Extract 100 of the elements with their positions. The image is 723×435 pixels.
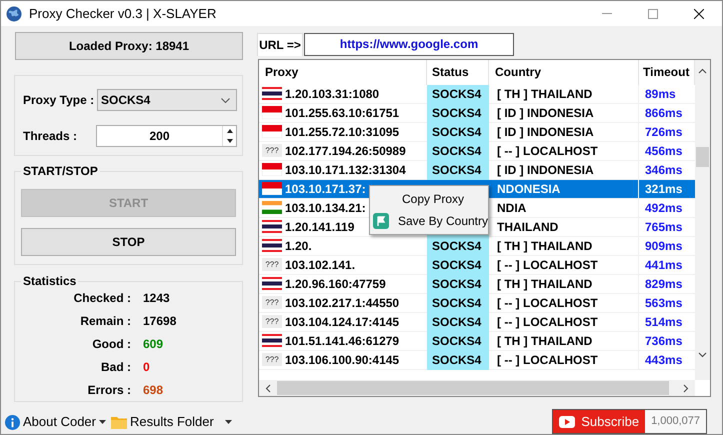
url-label: URL => [257, 32, 303, 56]
chevron-down-icon [221, 98, 230, 102]
country-cell-text: [ -- ] LOCALHOST [497, 352, 598, 369]
results-folder-button[interactable]: Results Folder [111, 412, 232, 432]
flag-icon [262, 239, 282, 252]
table-row[interactable]: ??? 103.102.217.1:44550 SOCKS4 [ -- ] LOCALHOST 563ms [259, 294, 695, 313]
table-row[interactable]: 101.255.72.10:31095 SOCKS4 [ ID ] INDONESIA 726ms [259, 122, 695, 142]
caret-icon [224, 420, 232, 424]
timeout-cell-text: 829ms [645, 276, 682, 293]
flag-icon [262, 220, 282, 234]
stat-value: 609 [143, 336, 164, 353]
timeout-cell-text: 765ms [645, 218, 682, 236]
status-cell-text: SOCKS4 [432, 352, 482, 370]
table-row[interactable]: 101.51.141.46:61279 SOCKS4 [ TH ] THAILAND 736ms [259, 332, 695, 351]
play-icon [559, 416, 576, 428]
table-row[interactable]: 1.20.103.31:1080 SOCKS4 [ TH ] THAILAND 89ms [259, 84, 695, 104]
flag-placeholder: ??? [262, 258, 282, 272]
table-row[interactable]: ??? 103.104.124.17:4145 SOCKS4 [ -- ] LOCALHOST 514ms [259, 312, 695, 332]
stat-label: Checked : [72, 290, 132, 307]
maximize-icon [648, 8, 658, 18]
flag-placeholder: ??? [262, 315, 282, 328]
timeout-cell-text: 736ms [645, 332, 682, 350]
stat-value: 17698 [143, 313, 176, 330]
subscribe-widget[interactable]: Subscribe 1,000,077 [552, 409, 707, 434]
status-cell-text: SOCKS4 [432, 124, 482, 142]
timeout-cell-text: 866ms [645, 104, 682, 122]
status-cell-text: SOCKS4 [432, 238, 482, 256]
info-icon [5, 414, 20, 430]
status-cell-text: SOCKS4 [432, 314, 482, 332]
menu-item[interactable]: Save By Country [370, 210, 488, 232]
country-cell-text: [ TH ] THAILAND [497, 332, 592, 350]
country-cell-text: [ -- ] LOCALHOST [497, 314, 598, 331]
window-title: Proxy Checker v0.3 | X-SLAYER [29, 4, 216, 23]
table-row[interactable]: 101.255.63.10:61751 SOCKS4 [ ID ] INDONESIA 866ms [259, 104, 695, 123]
flag-icon [262, 201, 282, 214]
status-cell-text: SOCKS4 [432, 86, 482, 104]
proxy-cell-text: 101.51.141.46:61279 [285, 332, 400, 350]
column-header[interactable]: Proxy [259, 60, 427, 85]
proxy-type-dropdown[interactable]: SOCKS4 [97, 89, 237, 111]
timeout-cell-text: 443ms [645, 352, 682, 369]
country-cell-text: [ ID ] INDONESIA [497, 104, 594, 122]
menu-item[interactable]: Copy Proxy [370, 188, 488, 210]
scrollbar-thumb[interactable] [277, 381, 669, 395]
proxy-cell-text: 1.20. [285, 238, 312, 255]
loaded-proxy-button[interactable]: Loaded Proxy: 18941 [15, 32, 243, 60]
about-coder-button[interactable]: About Coder [5, 412, 106, 432]
timeout-cell-text: 492ms [645, 200, 682, 217]
status-cell-text: SOCKS4 [432, 333, 482, 350]
status-cell-text: SOCKS4 [432, 143, 482, 160]
timeout-cell-text: 563ms [645, 294, 682, 312]
close-icon [694, 8, 704, 18]
status-cell-text: SOCKS4 [432, 295, 482, 312]
proxy-cell-text: 1.20.96.160:47759 [285, 276, 386, 293]
stop-button[interactable]: STOP [21, 228, 236, 256]
flag-placeholder: ??? [262, 144, 282, 158]
flag-icon [373, 212, 390, 229]
country-cell-text: [ TH ] THAILAND [497, 238, 592, 255]
vertical-scrollbar[interactable] [695, 60, 710, 380]
table-row[interactable]: 1.20. SOCKS4 [ TH ] THAILAND 909ms [259, 236, 695, 256]
flag-icon [262, 334, 282, 348]
status-cell-text: SOCKS4 [432, 105, 482, 122]
timeout-cell-text: 321ms [645, 180, 682, 198]
country-cell-text: [ ID ] INDONESIA [497, 124, 594, 141]
timeout-cell-text: 346ms [645, 162, 682, 179]
proxy-cell-text: 102.177.194.26:50989 [285, 142, 406, 160]
threads-spinner[interactable]: 200 [96, 125, 237, 147]
proxy-cell-text: 103.102.217.1:44550 [285, 294, 400, 312]
proxy-cell-text: 103.102.141. [285, 256, 356, 274]
country-cell-text: THAILAND [497, 218, 558, 236]
country-cell-text: [ TH ] THAILAND [497, 86, 592, 103]
flag-icon [262, 87, 282, 100]
proxy-type-label: Proxy Type : [23, 92, 96, 109]
country-cell-text: [ -- ] LOCALHOST [497, 256, 598, 274]
table-row[interactable]: ??? 103.102.141. SOCKS4 [ -- ] LOCALHOST 441ms [259, 256, 695, 275]
country-cell-text: [ ID ] INDONESIA [497, 162, 594, 179]
url-field[interactable]: https://www.google.com [304, 32, 514, 56]
timeout-cell-text: 909ms [645, 238, 682, 255]
status-cell-text: SOCKS4 [432, 276, 482, 294]
column-header[interactable]: Country [489, 60, 639, 85]
flag-icon [262, 106, 282, 120]
timeout-cell-text: 456ms [645, 142, 682, 160]
proxy-cell-text: 103.104.124.17:4145 [285, 314, 400, 331]
proxy-cell-text: 103.10.171.37: [285, 180, 366, 198]
timeout-cell-text: 89ms [645, 86, 676, 103]
country-cell-text: NDIA [497, 200, 526, 217]
status-cell-text: SOCKS4 [432, 162, 482, 180]
table-row[interactable]: ??? 102.177.194.26:50989 SOCKS4 [ -- ] LOCALHOST 456ms [259, 142, 695, 161]
country-cell-text: [ -- ] LOCALHOST [497, 142, 598, 160]
caret-icon [99, 420, 106, 424]
proxy-cell-text: 1.20.141.119 [285, 218, 354, 236]
proxy-cell-text: 101.255.63.10:61751 [285, 104, 400, 122]
country-cell-text: [ -- ] LOCALHOST [497, 294, 598, 312]
stat-value: 698 [143, 382, 164, 399]
subscribe-button[interactable]: Subscribe [553, 410, 646, 433]
stat-label: Good : [91, 336, 132, 353]
proxy-cell-text: 103.106.100.90:4145 [285, 352, 400, 369]
table-row[interactable]: 1.20.96.160:47759 SOCKS4 [ TH ] THAILAND 829ms [259, 274, 695, 294]
table-row[interactable]: ??? 103.106.100.90:4145 SOCKS4 [ -- ] LOCALHOST 443ms [259, 350, 695, 370]
horizontal-scrollbar[interactable] [259, 380, 695, 396]
scrollbar-thumb[interactable] [696, 146, 709, 167]
